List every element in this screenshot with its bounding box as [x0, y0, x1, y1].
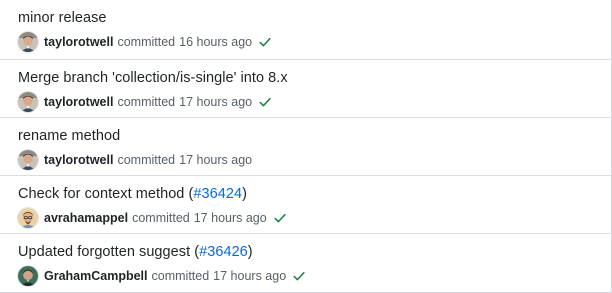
commit-title-suffix[interactable]: ) — [248, 244, 253, 260]
commit-author-link[interactable]: GrahamCampbell — [44, 269, 148, 283]
issue-link[interactable]: #36424 — [193, 186, 242, 202]
commit-row: Check for context method (#36424) avraha… — [0, 175, 611, 233]
commit-row: Merge branch 'collection/is-single' into… — [0, 59, 611, 117]
commit-title-suffix[interactable]: ) — [242, 186, 247, 202]
check-icon[interactable] — [258, 95, 272, 109]
commit-title-text[interactable]: Updated forgotten suggest ( — [18, 244, 199, 260]
commit-title-text[interactable]: minor release — [18, 10, 107, 26]
commit-title-link[interactable]: Merge branch 'collection/is-single' into… — [18, 70, 288, 86]
committed-label: committed — [151, 269, 210, 283]
issue-link[interactable]: #36426 — [199, 244, 248, 260]
committed-label: committed — [117, 35, 176, 49]
commit-row: minor release taylorotwell committed 16 … — [0, 0, 611, 59]
relative-time: 17 hours ago — [179, 153, 253, 167]
commit-author-link[interactable]: taylorotwell — [44, 153, 113, 167]
commit-title-link[interactable]: Check for context method (#36424) — [18, 186, 247, 202]
check-icon[interactable] — [273, 211, 287, 225]
commit-row: Updated forgotten suggest (#36426) Graha… — [0, 233, 611, 293]
commit-meta: taylorotwell committed 17 hours ago — [18, 150, 256, 170]
avatar[interactable] — [18, 150, 38, 170]
commit-author-link[interactable]: taylorotwell — [44, 95, 113, 109]
committed-label: committed — [132, 211, 190, 225]
avatar[interactable] — [18, 266, 38, 286]
relative-time: 17 hours ago — [179, 95, 253, 109]
relative-time: 17 hours ago — [213, 269, 287, 283]
committed-label: committed — [117, 153, 176, 167]
relative-time: 16 hours ago — [179, 35, 253, 49]
commit-title-link[interactable]: rename method — [18, 128, 120, 144]
commit-meta: GrahamCampbell committed 17 hours ago — [18, 266, 306, 286]
commit-meta: taylorotwell committed 17 hours ago — [18, 92, 272, 112]
commit-author-link[interactable]: avrahamappel — [44, 211, 128, 225]
commit-title-text[interactable]: rename method — [18, 128, 120, 144]
commit-meta: avrahamappel committed 17 hours ago — [18, 208, 287, 228]
commit-title-link[interactable]: Updated forgotten suggest (#36426) — [18, 244, 253, 260]
commit-title-link[interactable]: minor release — [18, 10, 107, 26]
commit-title-text[interactable]: Merge branch 'collection/is-single' into… — [18, 70, 288, 86]
commit-author-link[interactable]: taylorotwell — [44, 35, 113, 49]
committed-label: committed — [117, 95, 176, 109]
check-icon[interactable] — [292, 269, 306, 283]
relative-time: 17 hours ago — [193, 211, 267, 225]
avatar[interactable] — [18, 32, 38, 52]
commit-row: rename method taylorotwell committed 17 … — [0, 117, 611, 175]
commit-meta: taylorotwell committed 16 hours ago — [18, 32, 272, 52]
avatar[interactable] — [18, 92, 38, 112]
avatar[interactable] — [18, 208, 38, 228]
commit-list: minor release taylorotwell committed 16 … — [0, 0, 612, 293]
commit-title-text[interactable]: Check for context method ( — [18, 186, 193, 202]
check-icon[interactable] — [258, 35, 272, 49]
